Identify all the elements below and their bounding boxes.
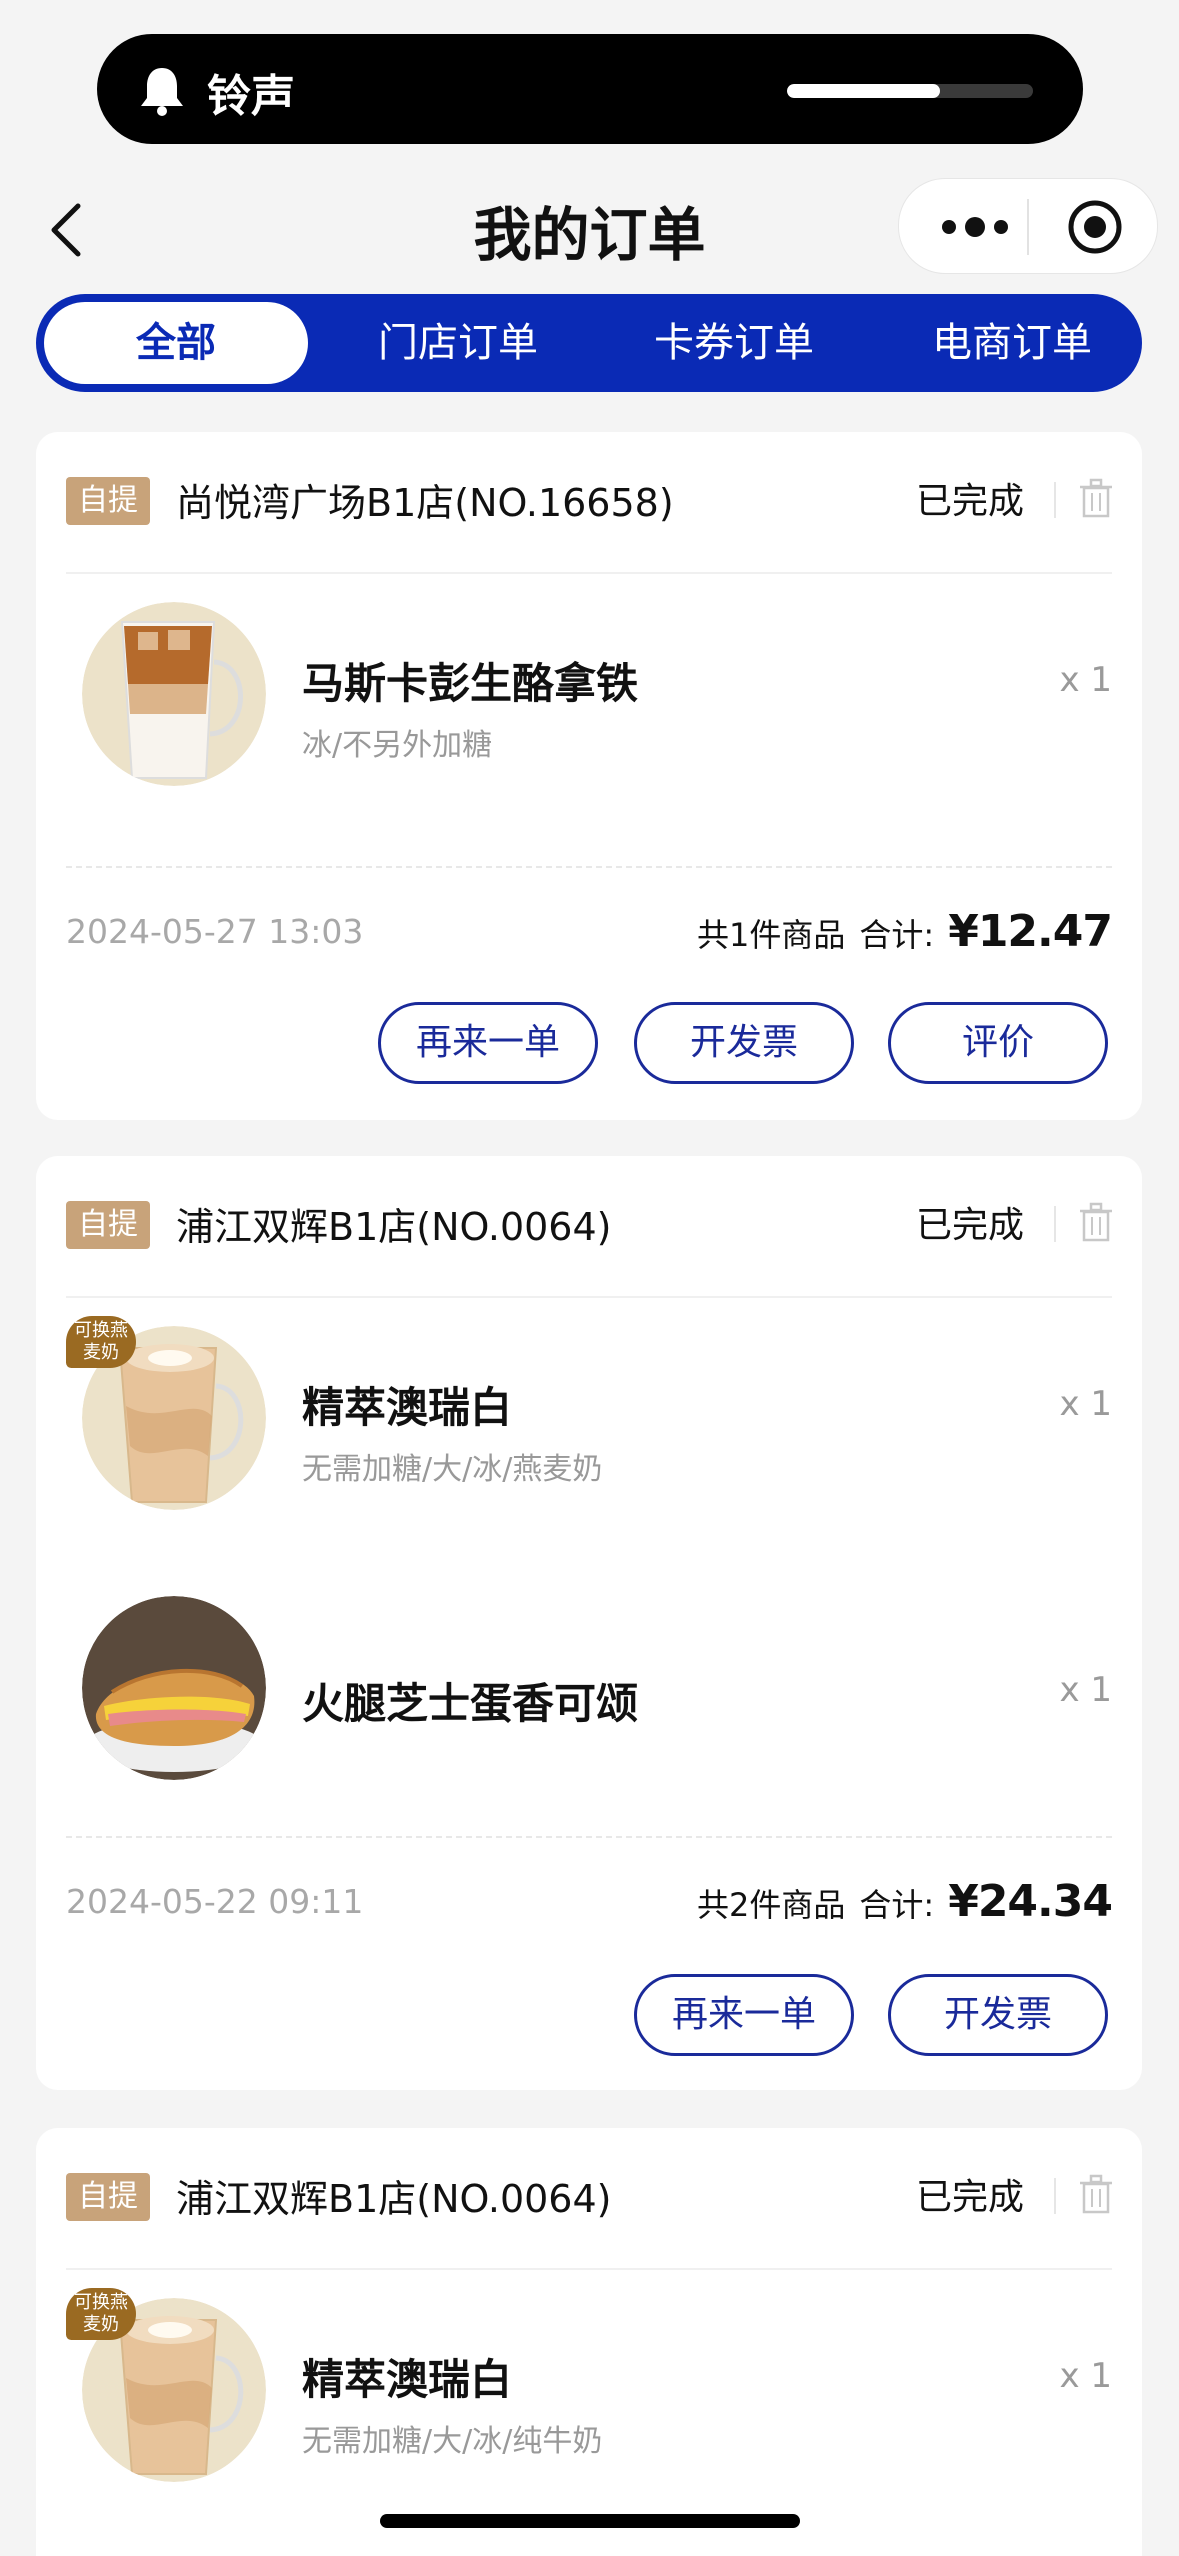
order-summary: 共2件商品 合计: ¥24.34: [697, 1876, 1113, 1927]
ringer-label: 铃声: [207, 71, 295, 122]
pickup-tag: 自提: [66, 477, 150, 525]
order-item[interactable]: 可换燕麦奶 精萃澳瑞白 无需加糖/大/冰/纯牛奶 x 1: [66, 2268, 1112, 2508]
mini-program-capsule: [898, 178, 1158, 274]
navbar: 我的订单: [0, 170, 1179, 288]
tab-ecommerce-orders[interactable]: 电商订单: [882, 302, 1142, 384]
capsule-divider: [1027, 199, 1029, 255]
total-label: 合计:: [859, 1886, 935, 1924]
tab-all[interactable]: 全部: [44, 302, 308, 384]
volume-fill: [787, 84, 940, 98]
pickup-tag: 自提: [66, 1201, 150, 1249]
oat-milk-badge: 可换燕麦奶: [66, 2288, 136, 2340]
dashed-divider: [66, 866, 1112, 868]
item-quantity: x 1: [1059, 1384, 1112, 1424]
item-name: 精萃澳瑞白: [302, 2355, 513, 2404]
item-quantity: x 1: [1059, 660, 1112, 700]
volume-bar: [787, 84, 1033, 98]
order-card[interactable]: 自提 浦江双辉B1店(NO.0064) 已完成 可换燕麦奶 精萃澳瑞白 无需加糖…: [36, 2128, 1142, 2556]
dynamic-island: 铃声: [97, 34, 1083, 144]
order-card[interactable]: 自提 尚悦湾广场B1店(NO.16658) 已完成 马斯卡彭生酪拿铁 冰/不另外: [36, 432, 1142, 1120]
close-miniprogram-icon[interactable]: [1067, 199, 1123, 255]
order-header: 自提 浦江双辉B1店(NO.0064) 已完成: [66, 1156, 1112, 1298]
trash-icon[interactable]: [1080, 1202, 1112, 1242]
header-divider: [1054, 482, 1056, 518]
latte-image: [82, 602, 266, 786]
order-item[interactable]: 可换燕麦奶 精萃澳瑞白 无需加糖/大/冰/燕麦奶 x 1: [66, 1296, 1112, 1536]
item-name: 马斯卡彭生酪拿铁: [302, 659, 639, 708]
item-count: 共1件商品: [697, 916, 846, 954]
item-name: 火腿芝士蛋香可颂: [302, 1679, 639, 1728]
order-status: 已完成: [915, 481, 1024, 522]
invoice-button[interactable]: 开发票: [888, 1974, 1108, 2056]
more-icon[interactable]: [935, 207, 1015, 247]
header-divider: [1054, 2178, 1056, 2214]
reorder-button[interactable]: 再来一单: [634, 1974, 854, 2056]
item-quantity: x 1: [1059, 1670, 1112, 1710]
bell-icon: [141, 68, 183, 116]
order-time: 2024-05-27 13:03: [66, 912, 364, 951]
order-header: 自提 尚悦湾广场B1店(NO.16658) 已完成: [66, 432, 1112, 574]
order-item[interactable]: 火腿芝士蛋香可颂 x 1: [66, 1566, 1112, 1806]
order-status: 已完成: [915, 1205, 1024, 1246]
order-total: ¥12.47: [948, 906, 1113, 957]
review-button[interactable]: 评价: [888, 1002, 1108, 1084]
tab-store-orders[interactable]: 门店订单: [328, 302, 588, 384]
trash-icon[interactable]: [1080, 2174, 1112, 2214]
item-quantity: x 1: [1059, 2356, 1112, 2396]
croissant-image: [82, 1596, 266, 1780]
order-total: ¥24.34: [948, 1876, 1113, 1927]
item-spec: 无需加糖/大/冰/纯牛奶: [302, 2424, 603, 2459]
tab-voucher-orders[interactable]: 卡券订单: [604, 302, 864, 384]
store-name: 尚悦湾广场B1店(NO.16658): [176, 481, 674, 525]
order-tabs: 全部 门店订单 卡券订单 电商订单: [36, 294, 1142, 392]
header-divider: [1054, 1206, 1056, 1242]
order-header: 自提 浦江双辉B1店(NO.0064) 已完成: [66, 2128, 1112, 2270]
item-name: 精萃澳瑞白: [302, 1383, 513, 1432]
pickup-tag: 自提: [66, 2173, 150, 2221]
trash-icon[interactable]: [1080, 478, 1112, 518]
item-spec: 冰/不另外加糖: [302, 728, 493, 763]
dashed-divider: [66, 1836, 1112, 1838]
order-card[interactable]: 自提 浦江双辉B1店(NO.0064) 已完成 可换燕麦奶 精萃澳瑞白 无需加糖…: [36, 1156, 1142, 2090]
home-indicator[interactable]: [380, 2514, 800, 2528]
order-item[interactable]: 马斯卡彭生酪拿铁 冰/不另外加糖 x 1: [66, 572, 1112, 812]
order-summary: 共1件商品 合计: ¥12.47: [697, 906, 1113, 957]
order-time: 2024-05-22 09:11: [66, 1882, 364, 1921]
total-label: 合计:: [859, 916, 935, 954]
invoice-button[interactable]: 开发票: [634, 1002, 854, 1084]
item-count: 共2件商品: [697, 1886, 846, 1924]
oat-milk-badge: 可换燕麦奶: [66, 1316, 136, 1368]
store-name: 浦江双辉B1店(NO.0064): [176, 2177, 612, 2221]
reorder-button[interactable]: 再来一单: [378, 1002, 598, 1084]
order-status: 已完成: [915, 2177, 1024, 2218]
item-spec: 无需加糖/大/冰/燕麦奶: [302, 1452, 603, 1487]
store-name: 浦江双辉B1店(NO.0064): [176, 1205, 612, 1249]
